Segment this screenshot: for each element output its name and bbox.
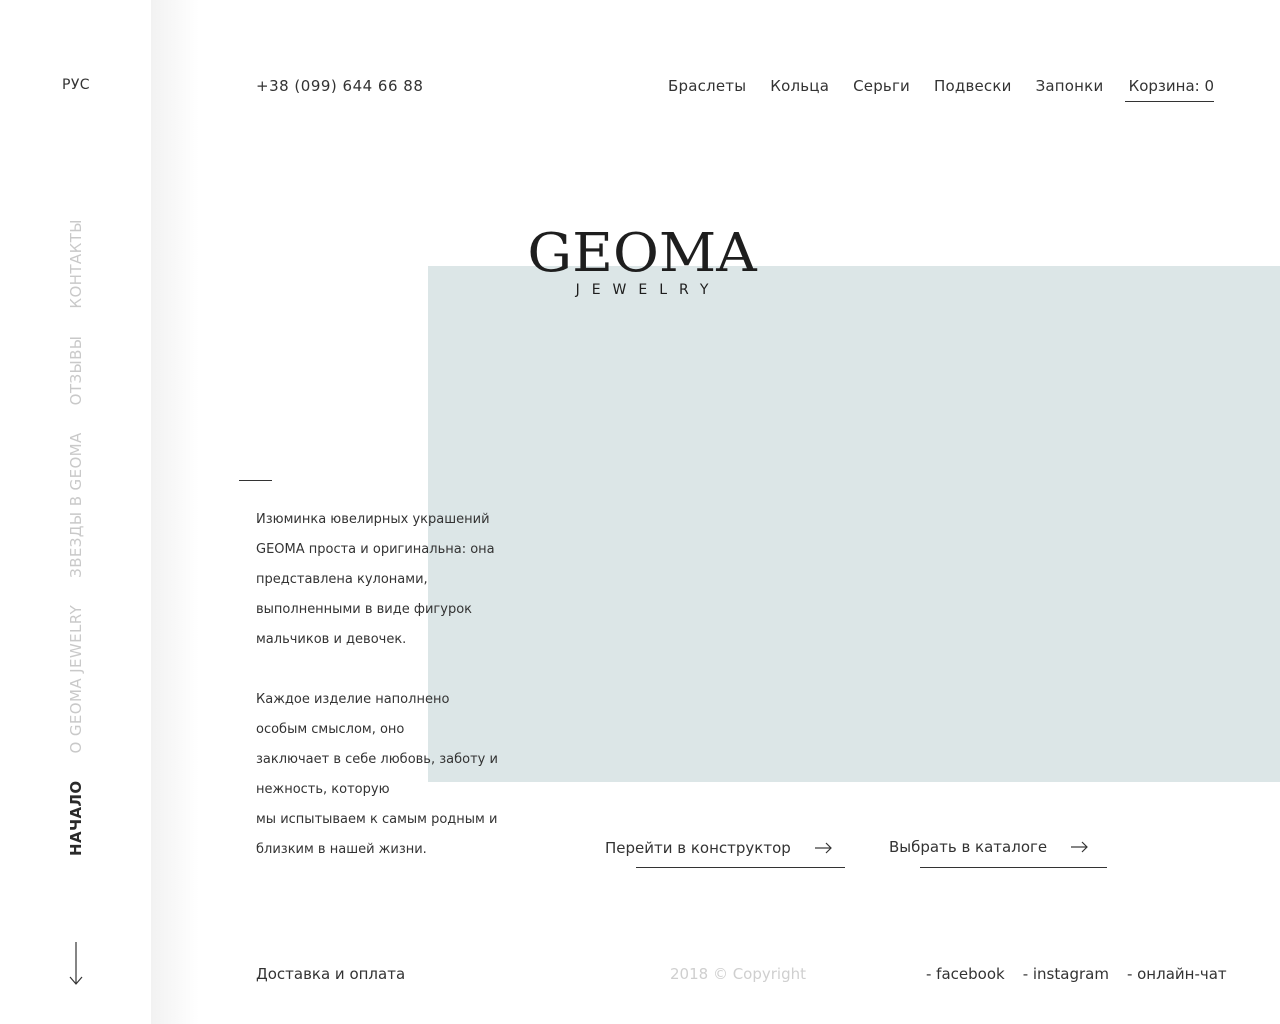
copyright: 2018 © Copyright bbox=[670, 965, 807, 983]
section-nav-item-stars[interactable]: ЗВЕЗДЫ В GEOMA bbox=[66, 432, 86, 578]
brand-description: Изюминка ювелирных украшений GEOMA прост… bbox=[256, 505, 506, 895]
language-switcher[interactable]: РУС bbox=[62, 77, 90, 93]
section-nav-item-contacts[interactable]: КОНТАКТЫ bbox=[66, 219, 86, 308]
phone-number[interactable]: +38 (099) 644 66 88 bbox=[256, 77, 423, 95]
section-nav-item-about[interactable]: О GEOMA JEWELRY bbox=[66, 605, 86, 754]
sidebar: РУС НАЧАЛО О GEOMA JEWELRY ЗВЕЗДЫ В GEOM… bbox=[0, 0, 151, 1024]
online-chat-link[interactable]: - онлайн-чат bbox=[1127, 965, 1227, 983]
section-nav-item-start[interactable]: НАЧАЛО bbox=[66, 780, 86, 856]
section-nav-item-reviews[interactable]: ОТЗЫВЫ bbox=[66, 336, 86, 406]
nav-rings[interactable]: Кольца bbox=[770, 77, 829, 95]
description-paragraph: Каждое изделие наполнено особым смыслом,… bbox=[256, 692, 498, 857]
constructor-button[interactable]: Перейти в конструктор bbox=[605, 839, 833, 857]
brand-logo[interactable]: GEOMA JEWELRY bbox=[522, 222, 762, 298]
cart-link[interactable]: Корзина: 0 bbox=[1125, 77, 1214, 95]
constructor-button-underline bbox=[636, 867, 845, 868]
facebook-link[interactable]: - facebook bbox=[926, 965, 1005, 983]
section-nav: НАЧАЛО О GEOMA JEWELRY ЗВЕЗДЫ В GEOMA ОТ… bbox=[66, 219, 86, 856]
social-links: - facebook - instagram - онлайн-чат bbox=[926, 965, 1227, 983]
hero-background bbox=[428, 266, 1280, 782]
nav-cufflinks[interactable]: Запонки bbox=[1036, 77, 1104, 95]
nav-earrings[interactable]: Серьги bbox=[853, 77, 910, 95]
arrow-right-icon bbox=[814, 842, 832, 854]
nav-bracelets[interactable]: Браслеты bbox=[668, 77, 746, 95]
top-nav: Браслеты Кольца Серьги Подвески Запонки bbox=[668, 77, 1103, 95]
divider bbox=[239, 480, 272, 481]
description-paragraph: Изюминка ювелирных украшений GEOMA прост… bbox=[256, 512, 495, 647]
catalog-button-label: Выбрать в каталоге bbox=[889, 838, 1048, 856]
catalog-button[interactable]: Выбрать в каталоге bbox=[889, 838, 1089, 856]
catalog-button-underline bbox=[920, 867, 1107, 868]
arrow-down-icon[interactable] bbox=[68, 942, 84, 986]
logo-wordmark: GEOMA bbox=[527, 222, 757, 285]
sidebar-shadow bbox=[151, 0, 199, 1024]
cart-underline bbox=[1125, 101, 1214, 102]
delivery-link[interactable]: Доставка и оплата bbox=[256, 965, 405, 983]
constructor-button-label: Перейти в конструктор bbox=[605, 839, 791, 857]
instagram-link[interactable]: - instagram bbox=[1023, 965, 1109, 983]
nav-pendants[interactable]: Подвески bbox=[934, 77, 1012, 95]
arrow-right-icon bbox=[1071, 841, 1088, 853]
